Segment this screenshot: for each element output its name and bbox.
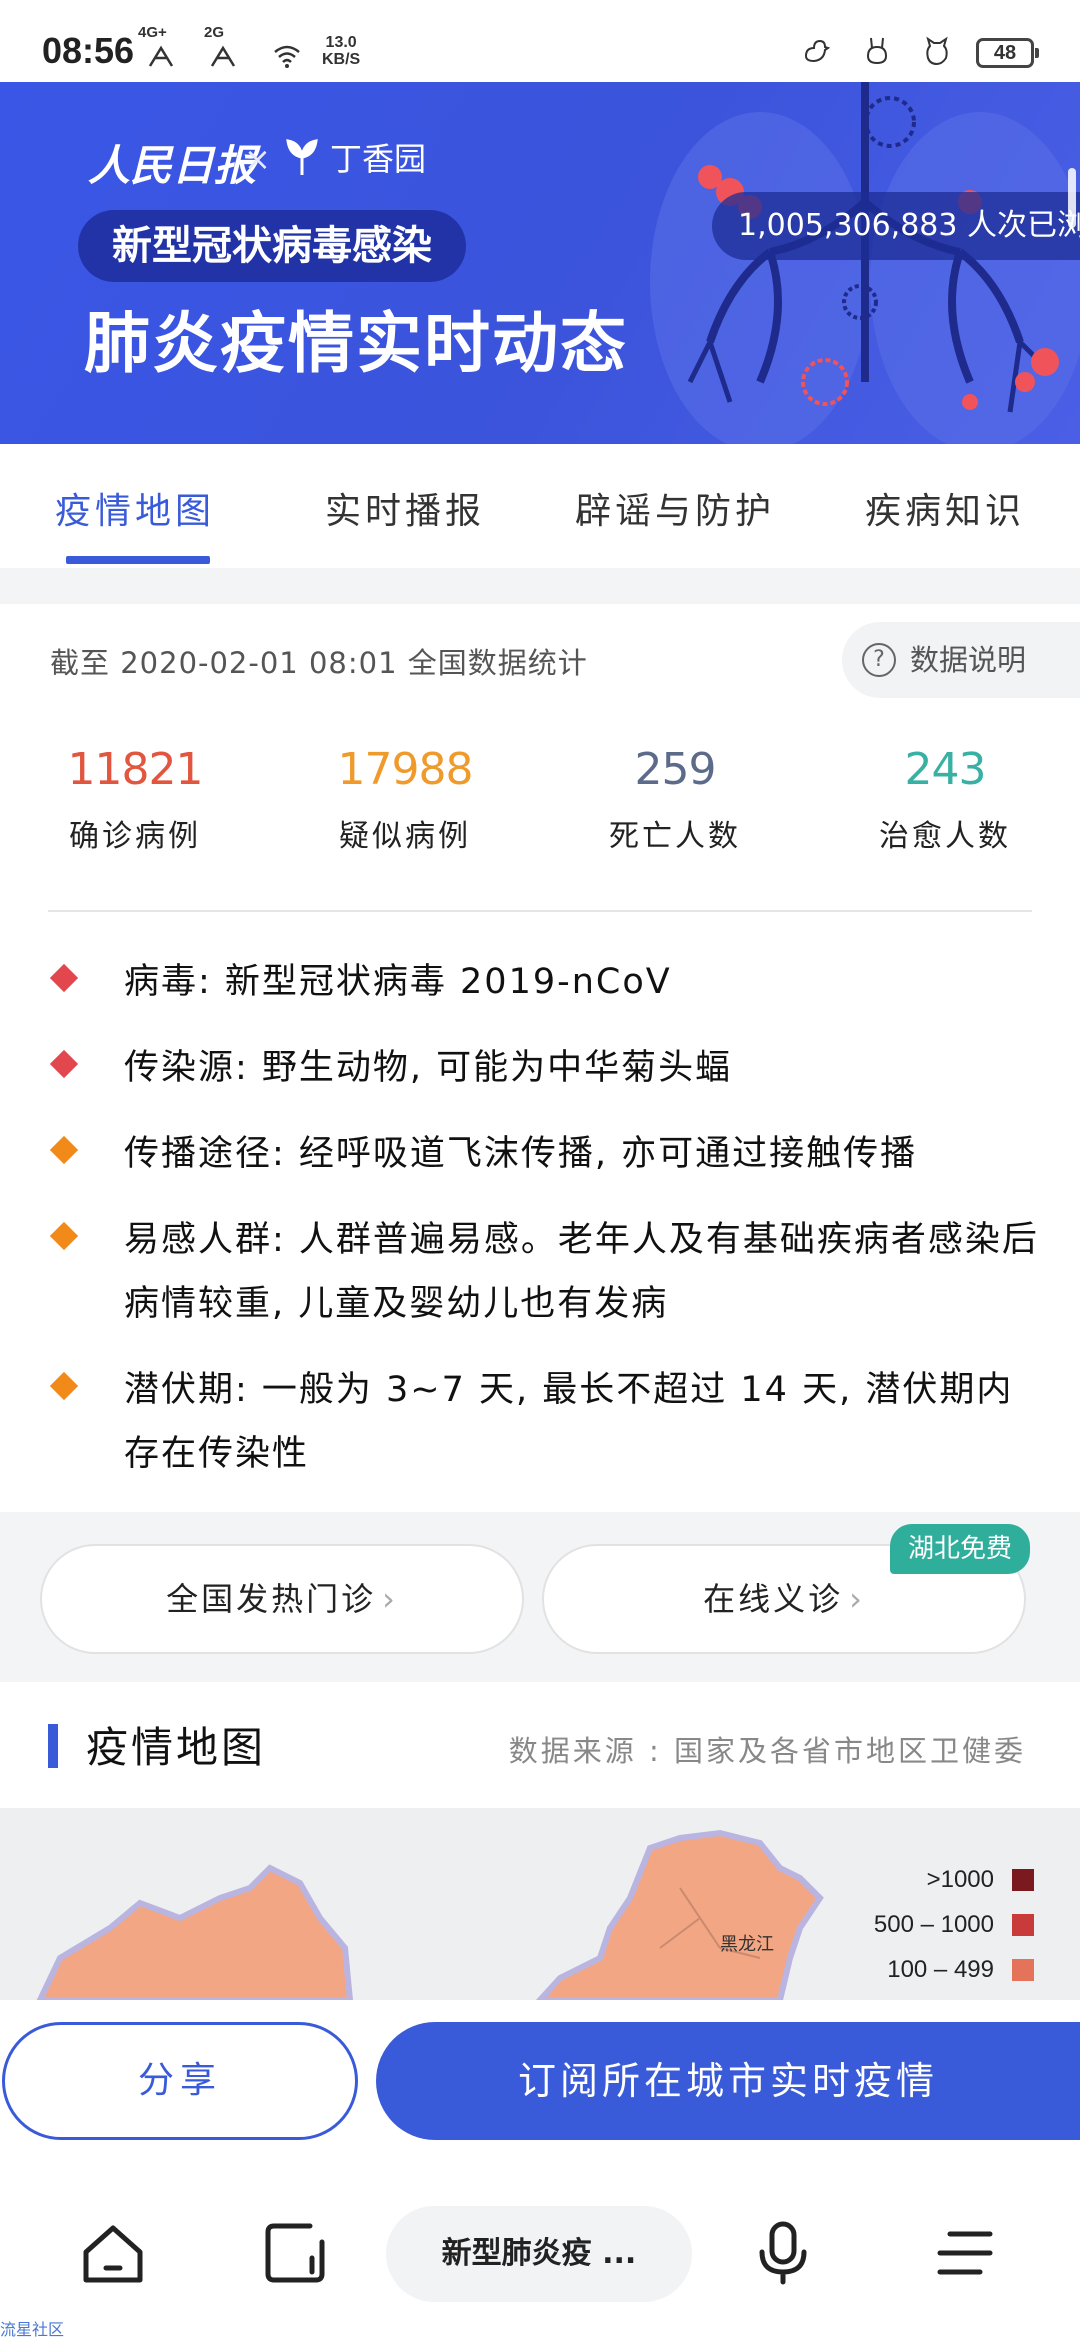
microphone-icon[interactable] xyxy=(748,2218,818,2288)
banner-title: 肺炎疫情实时动态 xyxy=(84,305,628,382)
fever-clinic-button[interactable]: 全国发热门诊 › xyxy=(40,1544,524,1654)
map-data-source: 数据来源 : 国家及各省市地区卫健委 xyxy=(508,1734,1026,1768)
status-bar: 08:56 4G+ 2G 13.0 KB/S 48 xyxy=(0,0,1080,82)
speed-unit: KB/S xyxy=(322,51,361,68)
tabs-icon[interactable] xyxy=(260,2218,330,2288)
stat-suspected: 17988 疑似病例 xyxy=(270,744,540,855)
data-explanation-button[interactable]: ? 数据说明 xyxy=(842,622,1080,698)
hubei-free-badge: 湖北免费 xyxy=(890,1524,1031,1574)
service-buttons: 全国发热门诊 › 在线义诊 › 湖北免费 xyxy=(0,1512,1080,1682)
disease-facts-list: 病毒: 新型冠状病毒 2019-nCoV 传染源: 野生动物, 可能为中华菊头蝠… xyxy=(49,950,1040,1508)
watermark: 流星社区 xyxy=(0,2320,65,2339)
legend-swatch xyxy=(1012,1869,1034,1891)
hero-banner: 人民日报 × 丁香园 1,005,306,883 人次已浏览 新型冠状病毒感染 … xyxy=(0,82,1080,444)
wifi-icon xyxy=(274,45,300,68)
tab-epidemic-map[interactable]: 疫情地图 xyxy=(0,444,270,568)
section-tabs: 疫情地图 实时播报 辟谣与防护 疾病知识 xyxy=(0,444,1080,568)
signal-2g-icon xyxy=(210,45,236,67)
lung-illustration xyxy=(650,82,1080,444)
diamond-bullet-icon xyxy=(49,1371,79,1401)
recovered-count: 243 xyxy=(904,744,987,795)
section-accent-bar xyxy=(48,1724,58,1768)
network-2g-label: 2G xyxy=(204,24,225,41)
stat-deaths: 259 死亡人数 xyxy=(540,744,810,855)
tab-rumor-protection[interactable]: 辟谣与防护 xyxy=(540,444,810,568)
map-title: 疫情地图 xyxy=(86,1723,267,1772)
question-circle-icon: ? xyxy=(862,643,896,677)
map-legend: >1000 500 – 1000 100 – 499 xyxy=(874,1866,1034,2000)
list-item: 传播途径: 经呼吸道飞沫传播, 亦可通过接触传播 xyxy=(49,1122,1040,1186)
map-section-header: 疫情地图 数据来源 : 国家及各省市地区卫健委 xyxy=(0,1682,1080,1808)
battery-indicator: 48 xyxy=(976,38,1039,68)
confirmed-label: 确诊病例 xyxy=(69,819,201,854)
fact-incubation: 潜伏期: 一般为 3~7 天, 最长不超过 14 天, 潜伏期内存在传染性 xyxy=(124,1370,1014,1474)
notification-app-icon xyxy=(926,36,948,66)
legend-label: 500 – 1000 xyxy=(873,1911,994,1938)
diamond-bullet-icon xyxy=(49,1135,79,1165)
share-button[interactable]: 分享 xyxy=(2,2022,358,2140)
legend-item: 100 – 499 xyxy=(874,1956,1034,1984)
deaths-count: 259 xyxy=(634,744,717,795)
legend-label: >1000 xyxy=(926,1866,994,1893)
dxy-logo-text: 丁香园 xyxy=(330,140,427,178)
recovered-label: 治愈人数 xyxy=(879,819,1011,854)
diamond-bullet-icon xyxy=(49,1049,79,1079)
bottom-action-bar: 分享 订阅所在城市实时疫情 xyxy=(0,2000,1080,2160)
suspected-count: 17988 xyxy=(337,744,474,795)
online-consult-label: 在线义诊 xyxy=(703,1580,844,1618)
menu-icon[interactable] xyxy=(930,2218,1000,2288)
home-icon[interactable] xyxy=(78,2218,148,2288)
epidemic-map[interactable]: 黑龙江 >1000 500 – 1000 100 – 499 xyxy=(0,1808,1080,2000)
list-item: 潜伏期: 一般为 3~7 天, 最长不超过 14 天, 潜伏期内存在传染性 xyxy=(49,1358,1040,1486)
legend-label: 100 – 499 xyxy=(887,1956,994,1983)
chevron-right-icon: › xyxy=(849,1580,865,1618)
logo-separator: × xyxy=(244,140,271,178)
list-item: 易感人群: 人群普遍易感。老年人及有基础疾病者感染后病情较重, 儿童及婴幼儿也有… xyxy=(49,1208,1040,1336)
divider xyxy=(48,910,1032,912)
fact-source: 传染源: 野生动物, 可能为中华菊头蝠 xyxy=(124,1048,733,1088)
tab-disease-knowledge[interactable]: 疾病知识 xyxy=(810,444,1080,568)
clove-icon xyxy=(286,139,318,175)
list-item: 病毒: 新型冠状病毒 2019-nCoV xyxy=(49,950,1040,1014)
fact-virus: 病毒: 新型冠状病毒 2019-nCoV xyxy=(124,962,672,1002)
tab-live-updates[interactable]: 实时播报 xyxy=(270,444,540,568)
suspected-label: 疑似病例 xyxy=(339,819,471,854)
subscribe-city-button[interactable]: 订阅所在城市实时疫情 xyxy=(376,2022,1080,2140)
browser-navigation-bar: 新型肺炎疫 ... 流星社区 xyxy=(0,2160,1080,2340)
status-time: 08:56 xyxy=(42,30,135,71)
notification-rabbit-icon xyxy=(866,37,888,65)
view-counter: 1,005,306,883 人次已浏览 xyxy=(712,192,1080,260)
fact-transmission: 传播途径: 经呼吸道飞沫传播, 亦可通过接触传播 xyxy=(124,1134,918,1174)
scroll-indicator xyxy=(1068,168,1076,228)
peoples-daily-logo: 人民日报 xyxy=(88,141,257,190)
fact-susceptible: 易感人群: 人群普遍易感。老年人及有基础疾病者感染后病情较重, 儿童及婴幼儿也有… xyxy=(124,1220,1039,1324)
search-bar[interactable]: 新型肺炎疫 ... xyxy=(386,2206,692,2302)
banner-subtitle: 新型冠状病毒感染 xyxy=(78,210,466,282)
network-speed: 13.0 KB/S xyxy=(322,34,360,68)
confirmed-count: 11821 xyxy=(67,744,204,795)
list-item: 传染源: 野生动物, 可能为中华菊头蝠 xyxy=(49,1036,1040,1100)
legend-swatch xyxy=(1012,1959,1034,1981)
data-explanation-label: 数据说明 xyxy=(910,643,1027,677)
chevron-right-icon: › xyxy=(382,1580,398,1618)
legend-item: 500 – 1000 xyxy=(874,1911,1034,1939)
fever-clinic-label: 全国发热门诊 xyxy=(166,1580,377,1618)
stat-recovered: 243 治愈人数 xyxy=(810,744,1080,855)
signal-4g-icon xyxy=(148,45,174,67)
diamond-bullet-icon xyxy=(49,1221,79,1251)
network-4g-label: 4G+ xyxy=(138,24,167,41)
dxy-logo: 丁香园 xyxy=(282,134,426,180)
statistics-card: 截至 2020-02-01 08:01 全国数据统计 ? 数据说明 11821 … xyxy=(0,604,1080,1512)
legend-item: >1000 xyxy=(874,1866,1034,1894)
data-timestamp: 截至 2020-02-01 08:01 全国数据统计 xyxy=(50,646,588,680)
province-label-heilongjiang: 黑龙江 xyxy=(720,1934,774,1955)
legend-swatch xyxy=(1012,1914,1034,1936)
stats-row: 11821 确诊病例 17988 疑似病例 259 死亡人数 243 治愈人数 xyxy=(0,744,1080,855)
stat-confirmed: 11821 确诊病例 xyxy=(0,744,270,855)
deaths-label: 死亡人数 xyxy=(609,819,741,854)
diamond-bullet-icon xyxy=(49,963,79,993)
notification-duck-icon xyxy=(804,39,830,63)
speed-value: 13.0 xyxy=(325,34,357,51)
